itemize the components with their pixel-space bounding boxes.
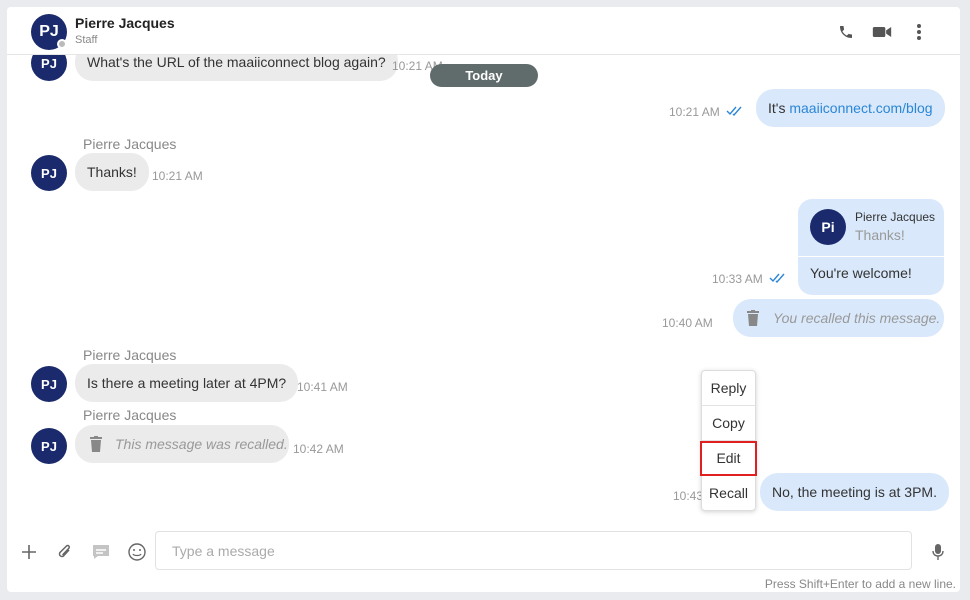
sender-name: Pierre Jacques bbox=[83, 407, 177, 423]
menu-item-edit[interactable]: Edit bbox=[700, 441, 757, 476]
message-time: 10:43 bbox=[673, 489, 704, 503]
sender-name: Pierre Jacques bbox=[83, 136, 177, 152]
message-time: 10:40 AM bbox=[662, 316, 713, 330]
incoming-message[interactable]: Is there a meeting later at 4PM? bbox=[75, 364, 299, 402]
message-avatar[interactable]: PJ bbox=[31, 366, 67, 402]
outgoing-message[interactable]: No, the meeting is at 3PM. bbox=[760, 473, 949, 511]
quote-sender: Pierre Jacques bbox=[855, 210, 936, 224]
message-time: 10:41 AM bbox=[297, 380, 348, 394]
chat-header: PJ Pierre Jacques Staff bbox=[7, 7, 960, 55]
recalled-message[interactable]: This message was recalled. bbox=[75, 425, 289, 463]
menu-item-recall[interactable]: Recall bbox=[702, 476, 755, 511]
more-vertical-icon[interactable] bbox=[908, 21, 930, 43]
paperclip-icon[interactable] bbox=[54, 541, 76, 563]
contact-name[interactable]: Pierre Jacques bbox=[75, 15, 175, 31]
message-time: 10:21 AM bbox=[669, 105, 720, 119]
message-time: 10:21 AM bbox=[152, 169, 203, 183]
message-avatar[interactable]: PJ bbox=[31, 428, 67, 464]
menu-item-copy[interactable]: Copy bbox=[702, 406, 755, 441]
trash-icon bbox=[90, 436, 102, 452]
quote-text: Thanks! bbox=[855, 227, 905, 243]
message-link[interactable]: maaiiconnect.com/blog bbox=[789, 100, 932, 116]
read-receipt-icon bbox=[769, 273, 785, 284]
quote-divider bbox=[798, 256, 944, 257]
contact-role: Staff bbox=[75, 34, 98, 46]
message-text: You're welcome! bbox=[810, 265, 912, 281]
recalled-message[interactable]: You recalled this message. bbox=[733, 299, 944, 337]
message-context-menu: Reply Copy Edit Recall bbox=[700, 370, 757, 511]
message-avatar[interactable]: PJ bbox=[31, 155, 67, 191]
sender-name: Pierre Jacques bbox=[83, 347, 177, 363]
recalled-text: This message was recalled. bbox=[115, 436, 288, 452]
read-receipt-icon bbox=[726, 106, 742, 117]
incoming-message[interactable]: Thanks! bbox=[75, 153, 149, 191]
message-time: 10:42 AM bbox=[293, 442, 344, 456]
presence-indicator bbox=[57, 39, 67, 49]
message-time: 10:33 AM bbox=[712, 272, 763, 286]
plus-icon[interactable] bbox=[18, 541, 40, 563]
menu-item-reply[interactable]: Reply bbox=[702, 371, 755, 406]
reply-message[interactable]: Pi Pierre Jacques Thanks! You're welcome… bbox=[798, 199, 944, 295]
chat-window: PJ Pierre Jacques Staff PJ What's the UR… bbox=[7, 7, 960, 592]
trash-icon bbox=[747, 310, 759, 326]
canned-response-icon[interactable] bbox=[90, 541, 112, 563]
message-composer: Press Shift+Enter to add a new line. bbox=[7, 527, 960, 592]
message-text: It's bbox=[768, 100, 790, 116]
emoji-icon[interactable] bbox=[126, 541, 148, 563]
date-divider: Today bbox=[430, 64, 538, 87]
message-input[interactable] bbox=[155, 531, 912, 570]
quote-avatar: Pi bbox=[810, 209, 846, 245]
phone-icon[interactable] bbox=[835, 21, 857, 43]
microphone-icon[interactable] bbox=[927, 541, 949, 563]
composer-hint: Press Shift+Enter to add a new line. bbox=[764, 577, 956, 591]
recalled-text: You recalled this message. bbox=[773, 310, 941, 326]
video-camera-icon[interactable] bbox=[871, 21, 893, 43]
outgoing-message[interactable]: It's maaiiconnect.com/blog bbox=[756, 89, 945, 127]
